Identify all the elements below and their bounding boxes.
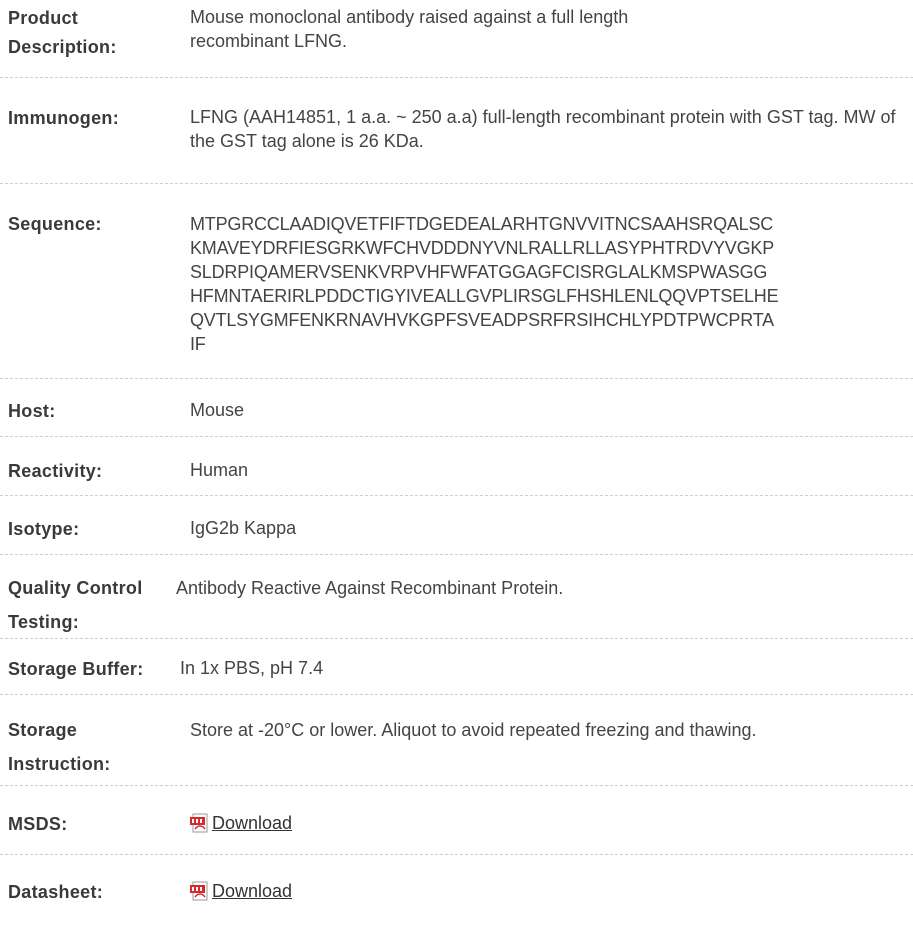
sequence-line: SLDRPIQAMERVSENKVRPVHFWFATGGAGFCISRGLALK… [190, 262, 768, 282]
msds-value: Download [190, 810, 913, 839]
row-msds: MSDS: Download [0, 786, 913, 855]
host-label: Host: [8, 401, 56, 421]
row-product-description: Product Description: Mouse monoclonal an… [0, 0, 913, 78]
product-description-value: Mouse monoclonal antibody raised against… [190, 7, 629, 51]
reactivity-label: Reactivity: [8, 461, 103, 481]
isotype-value: IgG2b Kappa [190, 518, 297, 538]
quality-control-label: Quality Control Testing: [8, 578, 143, 632]
sequence-value: MTPGRCCLAADIQVETFIFTDGEDEALARHTGNVVITNCS… [190, 210, 913, 356]
datasheet-value: Download [190, 878, 913, 907]
datasheet-download-text[interactable]: Download [212, 879, 292, 903]
reactivity-value: Human [190, 460, 249, 480]
sequence-line: MTPGRCCLAADIQVETFIFTDGEDEALARHTGNVVITNCS… [190, 214, 774, 234]
sequence-line: QVTLSYGMFENKRNAVHVKGPFSVEADPSRFRSIHCHLYP… [190, 310, 774, 330]
storage-instruction-label: Storage Instruction: [8, 720, 111, 774]
storage-buffer-value: In 1x PBS, pH 7.4 [180, 658, 324, 678]
storage-buffer-label: Storage Buffer: [8, 659, 144, 679]
datasheet-download-link[interactable]: Download [190, 879, 292, 903]
msds-label: MSDS: [8, 814, 68, 834]
row-host: Host: Mouse [0, 379, 913, 437]
isotype-label: Isotype: [8, 519, 80, 539]
sequence-line: HFMNTAERIRLPDDCTIGYIVEALLGVPLIRSGLFHSHLE… [190, 286, 779, 306]
pdf-icon [190, 881, 208, 901]
sequence-label: Sequence: [8, 214, 102, 234]
row-storage-instruction: Storage Instruction: Store at -20°C or l… [0, 695, 913, 786]
row-datasheet: Datasheet: Download [0, 855, 913, 951]
sequence-line: KMAVEYDRFIESGRKWFCHVDDDNYVNLRALLRLLASYPH… [190, 238, 774, 258]
product-spec-table: Product Description: Mouse monoclonal an… [0, 0, 913, 951]
host-value: Mouse [190, 400, 245, 420]
storage-instruction-value: Store at -20°C or lower. Aliquot to avoi… [190, 720, 757, 740]
product-description-label: Product Description: [8, 8, 117, 57]
row-isotype: Isotype: IgG2b Kappa [0, 496, 913, 555]
msds-download-link[interactable]: Download [190, 811, 292, 835]
row-immunogen: Immunogen: LFNG (AAH14851, 1 a.a. ~ 250 … [0, 78, 913, 184]
sequence-line: IF [190, 334, 206, 354]
msds-download-text[interactable]: Download [212, 811, 292, 835]
quality-control-value: Antibody Reactive Against Recombinant Pr… [176, 578, 564, 598]
row-sequence: Sequence: MTPGRCCLAADIQVETFIFTDGEDEALARH… [0, 184, 913, 379]
row-storage-buffer: Storage Buffer: In 1x PBS, pH 7.4 [0, 639, 913, 695]
row-reactivity: Reactivity: Human [0, 437, 913, 496]
pdf-icon [190, 813, 208, 833]
datasheet-label: Datasheet: [8, 882, 104, 902]
row-quality-control: Quality Control Testing: Antibody Reacti… [0, 555, 913, 639]
immunogen-value: LFNG (AAH14851, 1 a.a. ~ 250 a.a) full-l… [190, 107, 896, 151]
immunogen-label: Immunogen: [8, 108, 119, 128]
